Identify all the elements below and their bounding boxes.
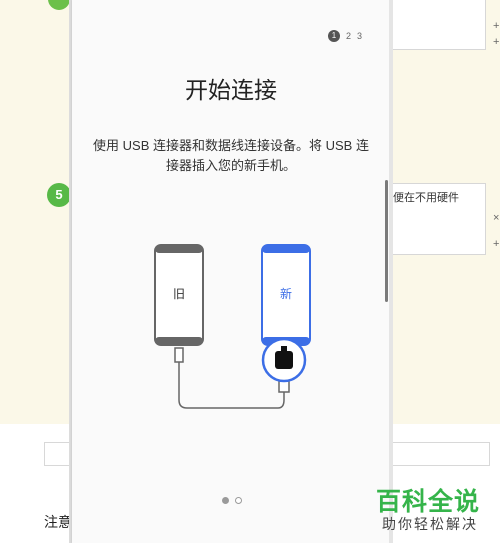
note-label: 注意 (44, 514, 72, 530)
carousel-dot[interactable] (235, 497, 242, 504)
scrollbar[interactable] (385, 180, 388, 302)
old-phone-label: 旧 (173, 287, 185, 301)
baike-watermark-logo: 百科全说 助你轻松解决 (372, 480, 490, 540)
comment-box[interactable]: 便在不用硬件 (388, 183, 486, 255)
side-add-control[interactable]: + (493, 20, 499, 32)
instruction-text: 使用 USB 连接器和数据线连接设备。将 USB 连接器插入您的新手机。 (93, 138, 369, 173)
usb-connector-icon (261, 337, 307, 383)
step-number-badge: 5 (47, 183, 71, 207)
page-indicator: 1 2 3 (328, 30, 362, 42)
carousel-dots (222, 497, 242, 504)
side-add-control-3[interactable]: + (493, 238, 499, 250)
new-phone-label: 新 (280, 286, 292, 301)
carousel-dot-active[interactable] (222, 497, 229, 504)
side-add-control-2[interactable]: + (493, 36, 499, 48)
watermark-subtitle: 助你轻松解决 (382, 516, 478, 532)
side-close-control[interactable]: × (493, 212, 499, 224)
comment-text: 便在不用硬件 (393, 192, 459, 204)
watermark-title: 百科全说 (376, 488, 481, 516)
page-indicator-2: 2 (346, 31, 352, 41)
page-indicator-3: 3 (357, 31, 363, 41)
page-indicator-active: 1 (328, 30, 340, 42)
usb-connection-diagram: 旧 新 (154, 244, 311, 409)
page-title: 开始连接 (185, 77, 277, 103)
comment-box-top (390, 0, 486, 50)
